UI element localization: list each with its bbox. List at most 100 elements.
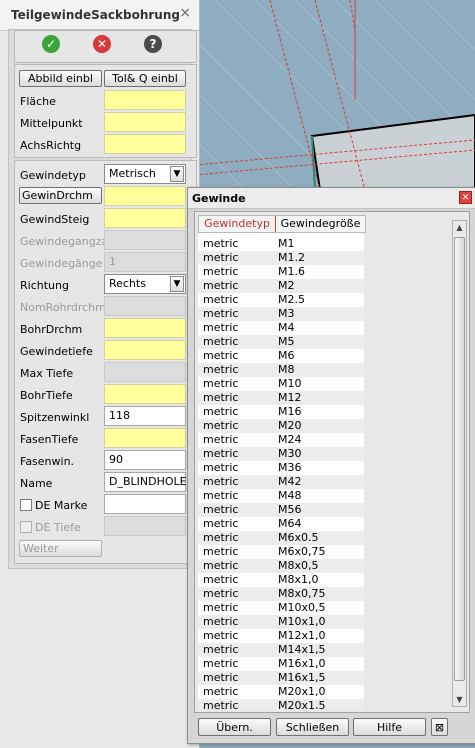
gewindetyp-select[interactable]: Metrisch ▼	[104, 164, 186, 184]
list-item[interactable]: metric M30	[198, 447, 364, 461]
label-fasentiefe: FasenTiefe	[20, 433, 79, 446]
de-marke-checkbox[interactable]	[20, 499, 32, 511]
list-item[interactable]: metric M24	[198, 433, 364, 447]
cell-gewindegroesse: M8x0,5	[278, 559, 319, 572]
schliessen-button[interactable]: Schließen	[276, 718, 349, 736]
richtung-select[interactable]: Rechts ▼	[104, 274, 186, 294]
list-item[interactable]: metric M1.2	[198, 251, 364, 265]
list-item[interactable]: metric M36	[198, 461, 364, 475]
name-field[interactable]: D_BLINDHOLE	[104, 472, 187, 492]
mittelpunkt-field[interactable]	[104, 112, 186, 132]
gewindetiefe-field[interactable]	[104, 340, 186, 360]
cell-gewindegroesse: M24	[278, 433, 302, 446]
list-item[interactable]: metric M48	[198, 489, 364, 503]
uebern-button[interactable]: Übern.	[198, 718, 271, 736]
list-item[interactable]: metric M16x1,0	[198, 657, 364, 671]
list-item[interactable]: metric M10x1,0	[198, 615, 364, 629]
abbild-einbl-button[interactable]: Abbild einbl	[19, 70, 102, 87]
list-item[interactable]: metric M8x1,0	[198, 573, 364, 587]
cell-gewindegroesse: M12x1,0	[278, 629, 326, 642]
list-item[interactable]: metric M6x0,75	[198, 545, 364, 559]
list-item[interactable]: metric M20	[198, 419, 364, 433]
list-item[interactable]: metric M56	[198, 503, 364, 517]
tol-q-einbl-button[interactable]: Tol& Q einbl	[104, 70, 186, 87]
vertical-scrollbar[interactable]: ▲ ▼	[452, 220, 467, 707]
bohrtiefe-field[interactable]	[104, 384, 186, 404]
scroll-up-icon[interactable]: ▲	[453, 221, 466, 234]
cell-gewindegroesse: M8x0,75	[278, 587, 326, 600]
cell-gewindegroesse: M5	[278, 335, 295, 348]
task-panel: TeilgewindeSackbohrung × ✓ ✕ ? Abbild ei…	[0, 0, 200, 748]
list-item[interactable]: metric M14x1,5	[198, 643, 364, 657]
list-item[interactable]: metric M2.5	[198, 293, 364, 307]
gewindsteig-field[interactable]	[104, 208, 186, 228]
list-item[interactable]: metric M3	[198, 307, 364, 321]
label-flaeche: Fläche	[20, 95, 56, 108]
achsrichtg-field[interactable]	[104, 134, 186, 154]
list-item[interactable]: metric M16x1,5	[198, 671, 364, 685]
gewindrdrchm-field[interactable]	[104, 186, 186, 206]
cell-gewindetyp: metric	[203, 601, 239, 614]
help-icon[interactable]: ?	[144, 35, 162, 53]
cell-gewindetyp: metric	[203, 265, 239, 278]
gewindrdrchm-button[interactable]: GewinDrchm	[19, 187, 102, 204]
list-item[interactable]: metric M42	[198, 475, 364, 489]
panel-close-icon[interactable]: ×	[179, 5, 191, 21]
list-item[interactable]: metric M12	[198, 391, 364, 405]
column-header-gewindetyp[interactable]: Gewindetyp	[199, 216, 276, 232]
list-item[interactable]: metric M12x1,0	[198, 629, 364, 643]
cell-gewindegroesse: M10x0,5	[278, 601, 326, 614]
cell-gewindegroesse: M16x1,5	[278, 671, 326, 684]
hilfe-button[interactable]: Hilfe	[353, 718, 426, 736]
list-item[interactable]: metric M20x1,0	[198, 685, 364, 699]
cell-gewindegroesse: M8	[278, 363, 295, 376]
list-item[interactable]: metric M64	[198, 517, 364, 531]
cell-gewindegroesse: M6x0,75	[278, 545, 326, 558]
column-header-gewindegroesse[interactable]: Gewindegröße	[276, 216, 365, 232]
label-gewindetyp: Gewindetyp	[20, 169, 86, 182]
list-item[interactable]: metric M1.6	[198, 265, 364, 279]
spitzenwinkl-field[interactable]: 118	[104, 406, 186, 426]
scroll-down-icon[interactable]: ▼	[453, 693, 466, 706]
ok-icon[interactable]: ✓	[42, 35, 60, 53]
list-item[interactable]: metric M8	[198, 363, 364, 377]
cancel-icon[interactable]: ✕	[93, 35, 111, 53]
cell-gewindegroesse: M16	[278, 405, 302, 418]
cell-gewindetyp: metric	[203, 615, 239, 628]
list-item[interactable]: metric M10x0,5	[198, 601, 364, 615]
list-item[interactable]: metric M4	[198, 321, 364, 335]
label-achsrichtg: AchsRichtg	[20, 139, 82, 152]
chevron-down-icon: ▼	[170, 166, 184, 182]
list-item[interactable]: metric M16	[198, 405, 364, 419]
bohrdrchm-field[interactable]	[104, 318, 186, 338]
pin-icon[interactable]: ⊠	[431, 718, 448, 736]
dialog-title-bar[interactable]: Gewinde ✕	[188, 188, 475, 209]
dialog-close-icon[interactable]: ✕	[459, 191, 472, 204]
label-bohrtiefe: BohrTiefe	[20, 389, 73, 402]
cell-gewindetyp: metric	[203, 531, 239, 544]
list-header: Gewindetyp Gewindegröße	[198, 215, 366, 233]
list-item[interactable]: metric M5	[198, 335, 364, 349]
cell-gewindegroesse: M64	[278, 517, 302, 530]
list-item[interactable]: metric M6	[198, 349, 364, 363]
list-item[interactable]: metric M6x0.5	[198, 531, 364, 545]
cell-gewindetyp: metric	[203, 293, 239, 306]
fasenwin-field[interactable]: 90	[104, 450, 186, 470]
gewinde-dialog: Gewinde ✕ Gewindetyp Gewindegröße metric…	[187, 187, 475, 744]
fasentiefe-field[interactable]	[104, 428, 186, 448]
list-item[interactable]: metric M10	[198, 377, 364, 391]
list-item[interactable]: metric M1	[198, 237, 364, 251]
list-item[interactable]: metric M8x0,75	[198, 587, 364, 601]
gewindegangzahl-field	[104, 230, 186, 250]
flaeche-field[interactable]	[104, 90, 186, 110]
list-item[interactable]: metric M20x1,5	[198, 699, 364, 709]
thread-list[interactable]: metric M1 metric M1.2 metric M1.6 metric M2 metr…	[198, 233, 364, 709]
cell-gewindegroesse: M2.5	[278, 293, 305, 306]
scroll-thumb[interactable]	[454, 237, 465, 681]
cell-gewindetyp: metric	[203, 475, 239, 488]
list-item[interactable]: metric M2	[198, 279, 364, 293]
cell-gewindegroesse: M6	[278, 349, 295, 362]
list-item[interactable]: metric M8x0,5	[198, 559, 364, 573]
de-marke-field[interactable]	[104, 494, 186, 514]
cell-gewindetyp: metric	[203, 657, 239, 670]
